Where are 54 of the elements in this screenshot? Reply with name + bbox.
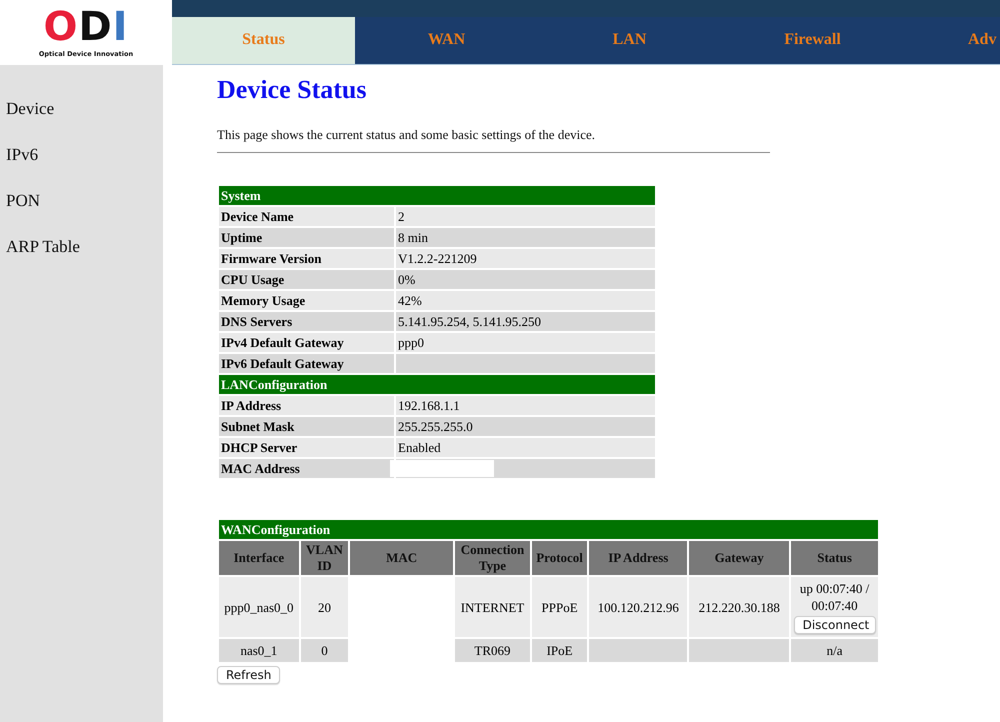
sidebar-item[interactable]: Device bbox=[0, 95, 163, 141]
field-value: 2 bbox=[396, 207, 655, 226]
field-value: 42% bbox=[396, 291, 655, 310]
sidebar-item[interactable]: ARP Table bbox=[0, 233, 163, 279]
column-header: Gateway bbox=[689, 541, 790, 575]
status-text: n/a bbox=[826, 642, 844, 659]
column-header: Protocol bbox=[532, 541, 588, 575]
field-value: 192.168.1.1 bbox=[396, 396, 655, 415]
field-value: Enabled bbox=[396, 438, 655, 457]
status-text: up 00:07:40 / 00:07:40 bbox=[798, 580, 870, 614]
page-description: This page shows the current status and some basic settings of the device. bbox=[217, 127, 596, 143]
field-label: CPU Usage bbox=[219, 270, 394, 289]
column-header: MAC bbox=[350, 541, 454, 575]
field-label: Memory Usage bbox=[219, 291, 394, 310]
table-cell: 20 bbox=[300, 577, 348, 637]
field-value: 5.141.95.254, 5.141.95.250 bbox=[396, 312, 655, 331]
field-value: 8 min bbox=[396, 228, 655, 247]
section-header: LANConfiguration bbox=[219, 375, 655, 394]
field-label: IPv6 Default Gateway bbox=[219, 354, 394, 373]
logo-mark: ODI bbox=[43, 7, 129, 47]
table-cell: TR069 bbox=[455, 639, 530, 662]
field-label: Subnet Mask bbox=[219, 417, 394, 436]
field-label: DNS Servers bbox=[219, 312, 394, 331]
table-cell: ppp0_nas0_0 bbox=[219, 577, 299, 637]
field-label: MAC Address bbox=[219, 459, 394, 478]
table-cell: 100.120.212.96 bbox=[589, 577, 688, 637]
column-header: Interface bbox=[219, 541, 299, 575]
column-header: VLAN ID bbox=[300, 541, 348, 575]
sidebar-item[interactable]: PON bbox=[0, 187, 163, 233]
field-label: IP Address bbox=[219, 396, 394, 415]
field-label: Device Name bbox=[219, 207, 394, 226]
column-header: IP Address bbox=[589, 541, 688, 575]
field-value: V1.2.2-221209 bbox=[396, 249, 655, 268]
field-value: 0% bbox=[396, 270, 655, 289]
section-header: WANConfiguration bbox=[219, 520, 878, 539]
field-label: Firmware Version bbox=[219, 249, 394, 268]
disconnect-button[interactable]: Disconnect bbox=[794, 616, 876, 634]
table-cell: IPoE bbox=[532, 639, 588, 662]
page-title: Device Status bbox=[217, 75, 368, 105]
field-label: IPv4 Default Gateway bbox=[219, 333, 394, 352]
field-value: 255.255.255.0 bbox=[396, 417, 655, 436]
table-cell: nas0_1 bbox=[219, 639, 299, 662]
section-header: System bbox=[219, 186, 655, 205]
field-label: DHCP Server bbox=[219, 438, 394, 457]
table-cell: PPPoE bbox=[532, 577, 588, 637]
field-value: ppp0 bbox=[396, 333, 655, 352]
table-cell: 0 bbox=[300, 639, 348, 662]
column-header: Status bbox=[791, 541, 878, 575]
refresh-button[interactable]: Refresh bbox=[217, 666, 280, 684]
sidebar-item[interactable]: IPv6 bbox=[0, 141, 163, 187]
column-header: Connection Type bbox=[455, 541, 530, 575]
table-cell: INTERNET bbox=[455, 577, 530, 637]
table-cell: 212.220.30.188 bbox=[689, 577, 790, 637]
field-label: Uptime bbox=[219, 228, 394, 247]
